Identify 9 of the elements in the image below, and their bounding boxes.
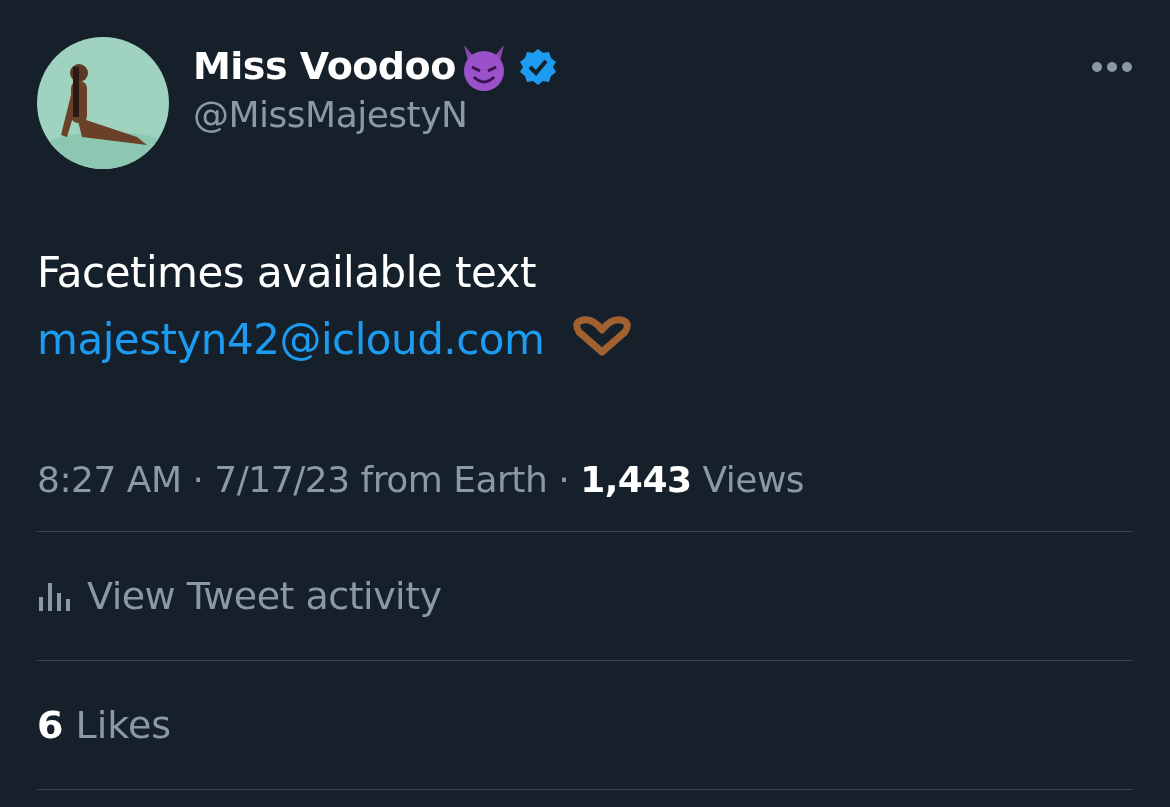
user-handle: @MissMajestyN [193, 93, 469, 137]
tweet-activity-link[interactable]: View Tweet activity [37, 567, 442, 625]
email-link[interactable]: majestyn42@icloud.com [37, 315, 545, 365]
tweet-meta: 8:27 AM · 7/17/23 from Earth · 1,443 Views [37, 458, 806, 503]
likes-count: 6 Likes [37, 701, 172, 749]
more-icon[interactable] [1091, 61, 1133, 73]
heart-hands-icon [571, 316, 634, 357]
display-name: Miss Voodoo [193, 46, 456, 88]
tweet-text: Facetimes available text majestyn42@icloud.com [37, 239, 1133, 374]
